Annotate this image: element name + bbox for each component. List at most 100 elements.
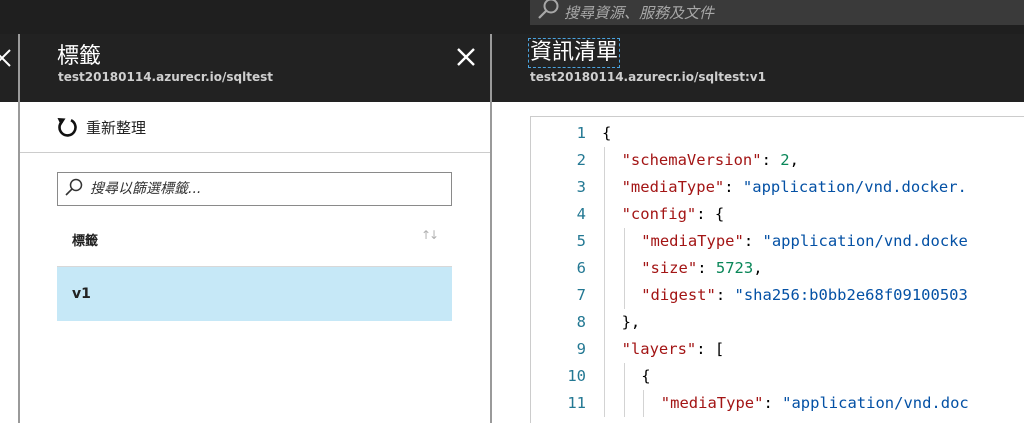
close-icon xyxy=(457,48,475,66)
indent-guide xyxy=(604,255,605,282)
line-number: 10 xyxy=(567,367,586,385)
line-number: 4 xyxy=(576,205,586,223)
indent-guide xyxy=(623,282,625,309)
tags-blade-title: 標籤 xyxy=(57,44,102,69)
code-content: }, xyxy=(622,309,641,336)
tags-blade-header: 標籤 test20180114.azurecr.io/sqltest xyxy=(20,34,490,102)
code-content: "mediaType": "application/vnd.doc xyxy=(661,390,969,417)
line-number: 3 xyxy=(576,178,586,196)
indent-guide xyxy=(604,336,605,363)
tag-filter-input[interactable] xyxy=(88,180,442,198)
line-number: 5 xyxy=(576,232,586,250)
code-token: : xyxy=(697,259,716,277)
indent-guide xyxy=(604,228,605,255)
line-number: 11 xyxy=(567,394,586,412)
line-number: 9 xyxy=(576,340,586,358)
code-token: : { xyxy=(696,205,725,223)
code-token: 2 xyxy=(780,151,790,169)
refresh-label: 重新整理 xyxy=(86,118,147,137)
code-token: "config" xyxy=(621,205,697,223)
indent-guide xyxy=(604,309,605,336)
code-line: 5 "mediaType": "application/vnd.docke xyxy=(531,228,1024,255)
line-number: 6 xyxy=(576,259,586,277)
search-icon xyxy=(530,0,564,25)
code-content: "digest": "sha256:b0bb2e68f09100503 xyxy=(641,282,968,309)
code-content: "config": { xyxy=(622,201,725,228)
manifest-blade-title: 資訊清單 xyxy=(527,38,621,68)
code-line: 6 "size": 5723, xyxy=(531,255,1024,282)
code-token: }, xyxy=(621,313,641,331)
code-content: "size": 5723, xyxy=(641,255,762,282)
code-token: : [ xyxy=(696,340,725,358)
tags-blade-body: 重新整理 標籤 ↑↓ v1 xyxy=(20,102,490,423)
indent-guide xyxy=(643,390,645,417)
code-line: 9 "layers": [ xyxy=(531,336,1024,363)
code-token: , xyxy=(753,259,763,277)
indent-guide xyxy=(604,282,605,309)
code-token: : xyxy=(715,286,735,304)
refresh-button[interactable]: 重新整理 xyxy=(56,116,146,138)
code-token: : xyxy=(763,394,783,412)
code-token: "mediaType" xyxy=(660,394,764,412)
indent-guide xyxy=(604,390,605,417)
indent-guide xyxy=(604,147,605,174)
line-number: 7 xyxy=(576,286,586,304)
tag-filter-box[interactable] xyxy=(57,172,452,206)
code-token: "sha256:b0bb2e68f09100503 xyxy=(734,286,968,304)
code-content: "mediaType": "application/vnd.docker. xyxy=(622,174,967,201)
manifest-blade-header: 資訊清單 test20180114.azurecr.io/sqltest:v1 xyxy=(492,34,1024,102)
code-content: "layers": [ xyxy=(622,336,725,363)
close-blade-button[interactable] xyxy=(453,44,479,70)
global-search-box[interactable]: 搜尋資源、服務及文件 xyxy=(530,0,1024,25)
code-token: "application/vnd.docker. xyxy=(742,178,967,196)
indent-guide xyxy=(623,363,625,390)
tag-row[interactable]: v1 xyxy=(57,267,452,321)
manifest-blade-subtitle: test20180114.azurecr.io/sqltest:v1 xyxy=(530,70,766,84)
code-token: { xyxy=(602,124,612,142)
indent-guide xyxy=(604,174,605,201)
code-token: "digest" xyxy=(641,286,716,304)
manifest-code-editor[interactable]: 1{2 "schemaVersion": 2, 3 "mediaType": "app… xyxy=(530,116,1024,423)
code-token: : xyxy=(743,232,763,250)
previous-blade-body xyxy=(0,102,18,423)
code-token: { xyxy=(641,367,651,385)
tags-column-header[interactable]: 標籤 xyxy=(72,230,98,249)
line-number: 1 xyxy=(576,124,586,142)
indent-guide xyxy=(623,255,625,282)
code-content: "mediaType": "application/vnd.docke xyxy=(641,228,968,255)
manifest-blade-body: 1{2 "schemaVersion": 2, 3 "mediaType": "app… xyxy=(492,102,1024,423)
code-token: "layers" xyxy=(621,340,697,358)
tags-blade-subtitle: test20180114.azurecr.io/sqltest xyxy=(58,70,274,84)
code-line: 8}, xyxy=(531,309,1024,336)
code-content: { xyxy=(641,363,650,390)
code-line: 3 "mediaType": "application/vnd.docker. xyxy=(531,174,1024,201)
close-icon[interactable] xyxy=(0,46,14,68)
code-token: 5723 xyxy=(715,259,754,277)
code-line: 1{ xyxy=(531,120,1024,147)
search-icon xyxy=(58,173,88,205)
code-token: "application/vnd.doc xyxy=(782,394,969,412)
tag-name: v1 xyxy=(72,286,91,302)
code-token: , xyxy=(789,151,799,169)
code-token: "schemaVersion" xyxy=(621,151,762,169)
code-token: "mediaType" xyxy=(621,178,725,196)
code-token: "mediaType" xyxy=(641,232,744,250)
code-line: 10 { xyxy=(531,363,1024,390)
code-line: 7 "digest": "sha256:b0bb2e68f09100503 xyxy=(531,282,1024,309)
code-line: 4 "config": { xyxy=(531,201,1024,228)
line-number: 2 xyxy=(576,151,586,169)
previous-blade-header xyxy=(0,34,18,102)
indent-guide xyxy=(604,201,605,228)
code-token: "size" xyxy=(641,259,698,277)
sort-icon[interactable]: ↑↓ xyxy=(421,228,439,242)
code-content: "schemaVersion": 2, xyxy=(622,147,799,174)
top-bar: 搜尋資源、服務及文件 xyxy=(0,0,1024,34)
code-token: "application/vnd.docke xyxy=(762,232,968,250)
code-line: 2 "schemaVersion": 2, xyxy=(531,147,1024,174)
global-search-placeholder: 搜尋資源、服務及文件 xyxy=(564,4,715,22)
code-token: : xyxy=(724,178,743,196)
toolbar-divider xyxy=(20,152,490,153)
code-token: : xyxy=(761,151,781,169)
code-line: 11 "mediaType": "application/vnd.doc xyxy=(531,390,1024,417)
indent-guide xyxy=(604,363,605,390)
